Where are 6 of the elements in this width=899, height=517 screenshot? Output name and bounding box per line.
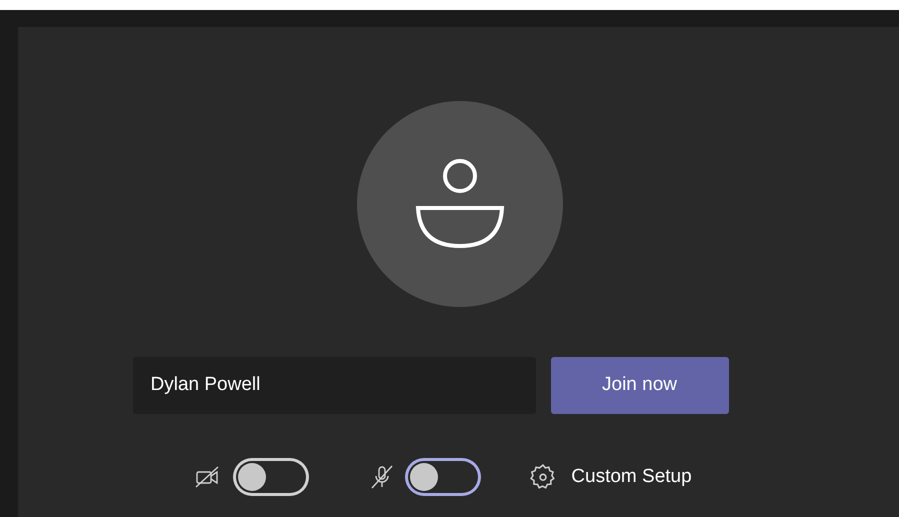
name-value: Dylan Powell: [150, 373, 260, 398]
microphone-off-icon: [371, 465, 394, 489]
join-button[interactable]: Join now: [550, 357, 728, 414]
settings-icon: [529, 463, 558, 491]
name-field[interactable]: Dylan Powell: [132, 357, 536, 414]
settings-button[interactable]: Custom Setup: [529, 462, 692, 492]
